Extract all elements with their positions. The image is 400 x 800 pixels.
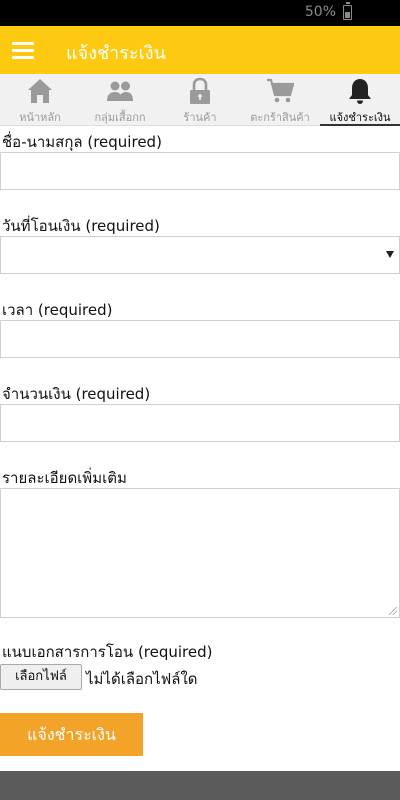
details-label: รายละเอียดเพิ่มเติม bbox=[2, 469, 127, 487]
amount-label: จำนวนเงิน (required) bbox=[2, 385, 151, 403]
name-input[interactable] bbox=[0, 152, 400, 190]
tab-label: แจ้งชำระเงิน bbox=[329, 111, 391, 124]
page-title: แจ้งชำระเงิน bbox=[66, 43, 166, 64]
choose-file-button[interactable]: เลือกไฟล์ bbox=[0, 664, 82, 690]
amount-input[interactable] bbox=[0, 404, 400, 442]
home-icon bbox=[28, 79, 52, 103]
time-input[interactable] bbox=[0, 320, 400, 358]
battery-icon bbox=[343, 2, 352, 20]
tab-label: กลุ่มเสื้อกก bbox=[94, 111, 146, 124]
battery-percentage: 50% bbox=[304, 4, 336, 20]
tab-shop[interactable]: ร้านค้า bbox=[160, 74, 240, 126]
tab-payment-notice[interactable]: แจ้งชำระเงิน bbox=[320, 74, 400, 126]
status-bar: 50% bbox=[0, 0, 400, 26]
resize-grip-icon[interactable] bbox=[389, 607, 397, 615]
app-bar: แจ้งชำระเงิน bbox=[0, 26, 400, 74]
users-icon bbox=[107, 81, 133, 101]
cart-icon bbox=[267, 78, 294, 103]
dropdown-arrow-icon bbox=[386, 251, 394, 258]
tab-home[interactable]: หน้าหลัก bbox=[0, 74, 80, 126]
transfer-date-select[interactable] bbox=[0, 236, 400, 274]
tab-groups[interactable]: กลุ่มเสื้อกก bbox=[80, 74, 160, 126]
lock-icon bbox=[190, 77, 210, 104]
attachment-label: แนบเอกสารการโอน (required) bbox=[2, 643, 213, 661]
hamburger-menu-icon[interactable] bbox=[12, 42, 34, 59]
tab-bar: หน้าหลัก กลุ่มเสื้อกก ร้านค้า ตะกร้าสินค… bbox=[0, 74, 400, 126]
details-textarea[interactable] bbox=[0, 488, 400, 618]
tab-cart[interactable]: ตะกร้าสินค้า bbox=[240, 74, 320, 126]
transfer-date-label: วันที่โอนเงิน (required) bbox=[2, 217, 160, 235]
name-label: ชื่อ-นามสกุล (required) bbox=[2, 133, 162, 151]
submit-payment-button[interactable]: แจ้งชำระเงิน bbox=[0, 713, 143, 756]
no-file-selected-text: ไม่ได้เลือกไฟล์ใด bbox=[86, 670, 198, 688]
tab-label: หน้าหลัก bbox=[19, 111, 61, 124]
footer-bar bbox=[0, 771, 400, 800]
tab-label: ร้านค้า bbox=[183, 111, 217, 124]
time-label: เวลา (required) bbox=[2, 301, 113, 319]
bell-icon bbox=[349, 79, 371, 104]
tab-label: ตะกร้าสินค้า bbox=[250, 111, 310, 124]
